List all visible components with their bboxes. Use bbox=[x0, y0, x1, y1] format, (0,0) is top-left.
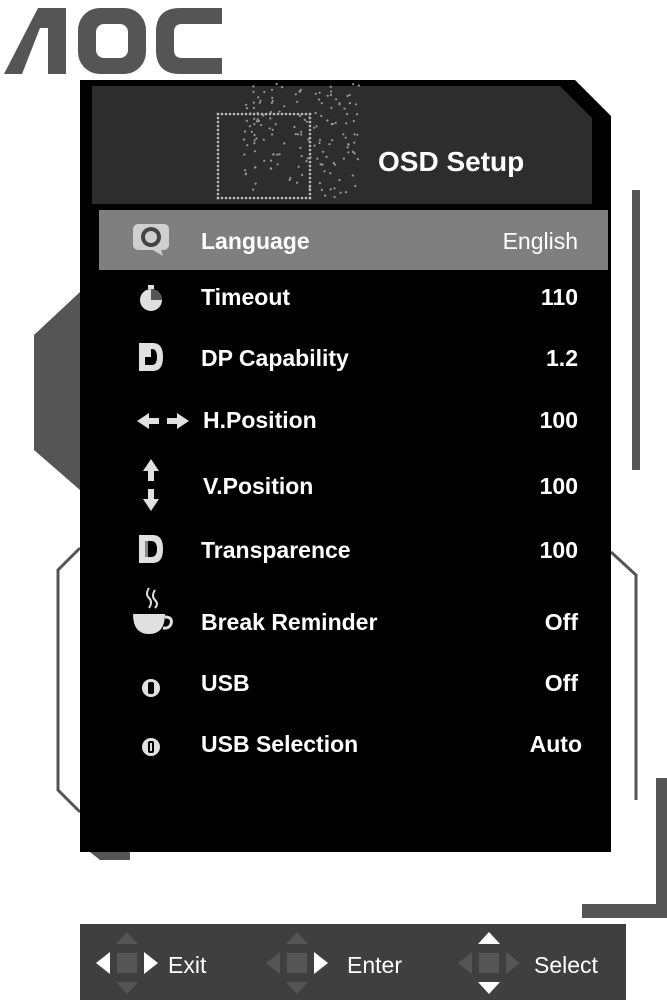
menu-item-timeout[interactable]: Timeout 110 bbox=[99, 266, 608, 326]
menu-item-label: USB bbox=[201, 670, 250, 696]
menu-item-label: Language bbox=[201, 228, 310, 254]
menu-item-value: 110 bbox=[540, 284, 578, 310]
menu-item-label: Timeout bbox=[201, 284, 291, 310]
select-button[interactable]: Select bbox=[454, 924, 626, 1000]
menu-item-value: English bbox=[502, 228, 578, 254]
enter-button[interactable]: Enter bbox=[262, 924, 422, 1000]
menu-item-value: 1.2 bbox=[546, 345, 578, 371]
menu-item-value: Off bbox=[544, 670, 578, 696]
menu-item-label: H.Position bbox=[203, 407, 317, 433]
menu-item-transparence[interactable]: Transparence 100 bbox=[99, 519, 608, 579]
vertical-arrows-icon bbox=[143, 459, 159, 511]
dpad-updown-icon bbox=[458, 932, 520, 994]
exit-label: Exit bbox=[168, 952, 207, 978]
header-pattern bbox=[216, 82, 360, 200]
dpad-left-icon bbox=[96, 932, 158, 994]
transparency-icon bbox=[139, 535, 163, 563]
menu-item-value: Auto bbox=[529, 731, 582, 757]
menu-item-label: DP Capability bbox=[201, 345, 349, 371]
displayport-icon bbox=[139, 343, 163, 371]
menu-item-label: USB Selection bbox=[201, 731, 359, 757]
menu-item-label: V.Position bbox=[203, 473, 314, 499]
aoc-logo bbox=[4, 8, 222, 74]
menu-item-value: Off bbox=[544, 609, 578, 635]
usb-selection-icon bbox=[142, 738, 160, 756]
select-label: Select bbox=[534, 952, 598, 978]
menu-item-h-position[interactable]: H.Position 100 bbox=[99, 389, 608, 449]
dpad-right-icon bbox=[266, 932, 328, 994]
menu-item-label: Transparence bbox=[201, 537, 351, 563]
coffee-cup-icon bbox=[133, 587, 173, 634]
navigation-bar: Exit Enter Select bbox=[80, 924, 626, 1000]
enter-label: Enter bbox=[347, 952, 402, 978]
menu-item-usb[interactable]: USB Off bbox=[99, 652, 608, 712]
menu-item-v-position[interactable]: V.Position 100 bbox=[99, 455, 608, 515]
timer-icon bbox=[140, 285, 162, 311]
usb-icon bbox=[142, 679, 160, 697]
language-icon bbox=[133, 224, 169, 256]
menu-item-break-reminder[interactable]: Break Reminder Off bbox=[99, 584, 608, 644]
menu-item-value: 100 bbox=[539, 473, 578, 499]
menu-item-value: 100 bbox=[539, 537, 578, 563]
osd-title: OSD Setup bbox=[378, 146, 525, 177]
menu-item-language[interactable]: Language English bbox=[99, 210, 608, 270]
exit-button[interactable]: Exit bbox=[88, 924, 248, 1000]
menu-item-label: Break Reminder bbox=[201, 609, 378, 635]
menu-item-dp-capability[interactable]: DP Capability 1.2 bbox=[99, 327, 608, 387]
menu-item-value: 100 bbox=[539, 407, 578, 433]
horizontal-arrows-icon bbox=[137, 413, 189, 429]
menu-item-usb-selection[interactable]: USB Selection Auto bbox=[99, 713, 608, 773]
